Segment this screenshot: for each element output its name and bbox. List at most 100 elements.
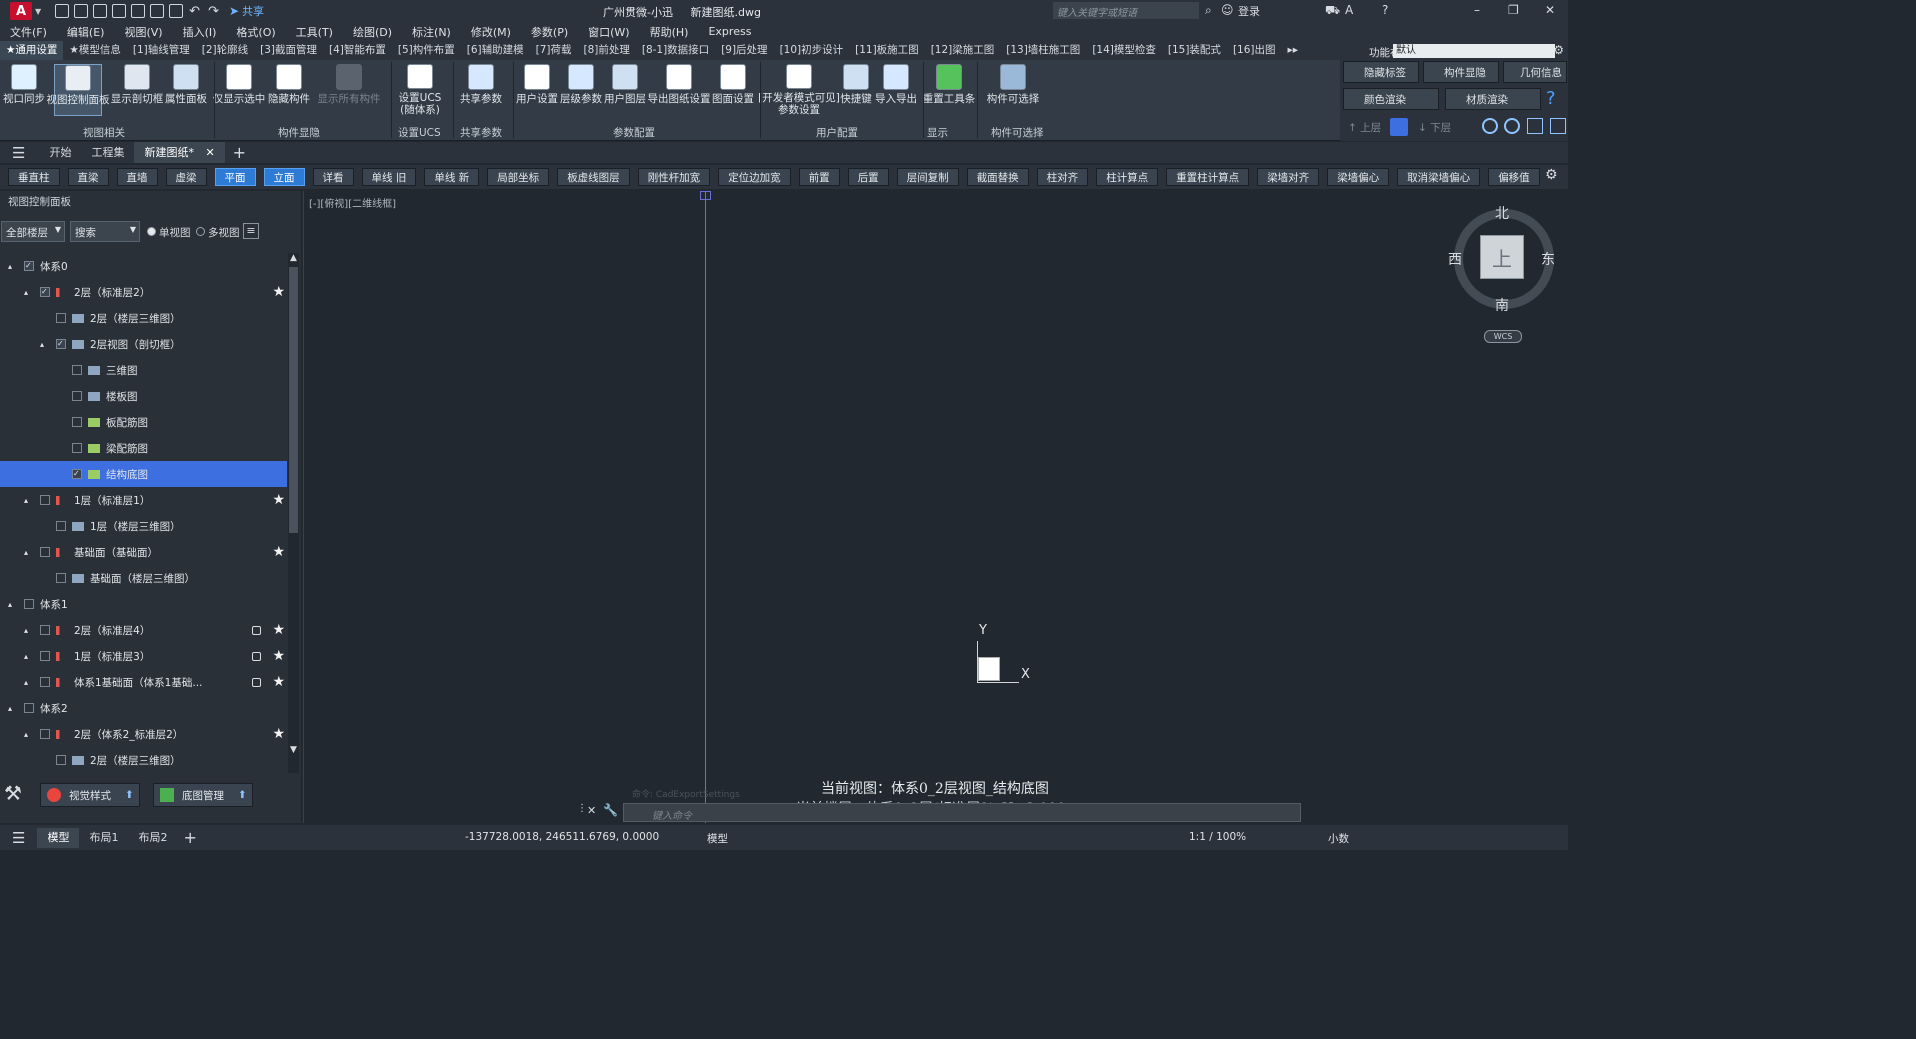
zoom-extents-icon[interactable] bbox=[1504, 118, 1520, 134]
lock-icon[interactable] bbox=[252, 678, 261, 687]
upper-floor-button[interactable]: ↑ 上层 bbox=[1348, 120, 1381, 135]
tree-node[interactable]: ▴ ✓ 体系0 bbox=[0, 253, 287, 279]
undo-icon[interactable]: ↶ bbox=[189, 4, 200, 19]
tree-node[interactable]: ▴ 2层（标准层4） ★ bbox=[0, 617, 287, 643]
ribbon-tab[interactable]: [12]梁施工图 bbox=[925, 41, 1001, 60]
ribbon-tab[interactable]: [9]后处理 bbox=[715, 41, 773, 60]
ribbon-button[interactable]: 隐藏构件 bbox=[265, 64, 313, 116]
cmd-close-icon[interactable]: ✕ bbox=[587, 804, 596, 817]
settings-icon[interactable] bbox=[1390, 118, 1408, 136]
tree-checkbox[interactable] bbox=[72, 443, 82, 453]
tab-layout1[interactable]: 布局1 bbox=[79, 828, 128, 848]
star-icon[interactable]: ★ bbox=[272, 544, 285, 560]
scroll-thumb[interactable] bbox=[289, 267, 298, 533]
save-icon[interactable] bbox=[93, 4, 108, 18]
ribbon-button[interactable]: 图面设置 bbox=[709, 64, 757, 116]
expand-toggle-icon[interactable]: ▴ bbox=[40, 340, 50, 349]
open-file-icon[interactable] bbox=[74, 4, 89, 18]
model-space-toggle[interactable]: 模型 bbox=[707, 831, 728, 846]
expand-toggle-icon[interactable]: ▴ bbox=[8, 262, 18, 271]
command-button[interactable]: 重置柱计算点 bbox=[1166, 168, 1250, 186]
menu-item[interactable]: 窗口(W) bbox=[588, 24, 629, 40]
ribbon-button[interactable]: 显示所有构件 bbox=[318, 64, 381, 116]
lower-floor-button[interactable]: ↓ 下层 bbox=[1418, 120, 1451, 135]
star-icon[interactable]: ★ bbox=[272, 726, 285, 742]
menu-item[interactable]: Express bbox=[708, 25, 751, 38]
new-file-icon[interactable] bbox=[55, 4, 70, 18]
tree-node[interactable]: 板配筋图 bbox=[0, 409, 287, 435]
tree-node[interactable]: ▴ 1层（标准层1） ★ bbox=[0, 487, 287, 513]
ribbon-button[interactable]: [开发者模式可见] 参数设置 bbox=[758, 64, 840, 116]
tree-node[interactable]: ▴ 基础面（基础面） ★ bbox=[0, 539, 287, 565]
star-icon[interactable]: ★ bbox=[272, 674, 285, 690]
ribbon-tab[interactable]: [10]初步设计 bbox=[774, 41, 850, 60]
tree-checkbox[interactable] bbox=[40, 547, 50, 557]
ribbon-button[interactable]: 导入导出 bbox=[872, 64, 920, 116]
tab-project-set[interactable]: 工程集 bbox=[81, 142, 134, 163]
command-button[interactable]: 直梁 bbox=[67, 168, 109, 186]
tree-checkbox[interactable] bbox=[40, 625, 50, 635]
geometry-info-button[interactable]: 几何信息 bbox=[1503, 61, 1567, 83]
command-button[interactable]: 板虚线图层 bbox=[557, 168, 630, 186]
tree-node[interactable]: 梁配筋图 bbox=[0, 435, 287, 461]
zoom-icon[interactable] bbox=[1482, 118, 1498, 134]
command-button[interactable]: 单线 旧 bbox=[361, 168, 417, 186]
expand-toggle-icon[interactable]: ▴ bbox=[24, 548, 34, 557]
layout-icon[interactable] bbox=[1527, 118, 1543, 134]
help-icon[interactable]: ? bbox=[1382, 3, 1388, 17]
annotation-scale[interactable]: 1:1 / 100% bbox=[1189, 831, 1246, 843]
tree-checkbox[interactable] bbox=[56, 573, 66, 583]
tab-start[interactable]: 开始 bbox=[39, 142, 81, 163]
compass-south[interactable]: 南 bbox=[1495, 295, 1509, 315]
expand-toggle-icon[interactable]: ▴ bbox=[24, 288, 34, 297]
tree-node[interactable]: ▴ 体系2 bbox=[0, 695, 287, 721]
ribbon-tab[interactable]: ★通用设置 bbox=[0, 41, 64, 60]
wcs-menu[interactable]: WCS bbox=[1484, 330, 1522, 343]
save-as-icon[interactable] bbox=[112, 4, 127, 18]
cart-icon[interactable]: ⛟ bbox=[1325, 3, 1340, 19]
tree-node[interactable]: ▴ 体系1基础面（体系1基础... ★ bbox=[0, 669, 287, 695]
tree-node[interactable]: 三维图 bbox=[0, 357, 287, 383]
tree-node[interactable]: ▴ 1层（标准层3） ★ bbox=[0, 643, 287, 669]
publish-icon[interactable] bbox=[150, 4, 165, 18]
cmd-grip-icon[interactable]: ⋮ bbox=[577, 803, 587, 814]
command-button[interactable]: 单线 新 bbox=[424, 168, 480, 186]
menu-item[interactable]: 视图(V) bbox=[124, 24, 162, 40]
ribbon-tab[interactable]: [3]截面管理 bbox=[254, 41, 323, 60]
menu-item[interactable]: 修改(M) bbox=[471, 24, 511, 40]
cursor-coordinates[interactable]: -137728.0018, 246511.6769, 0.0000 bbox=[465, 831, 659, 843]
command-button[interactable]: 虚梁 bbox=[165, 168, 207, 186]
status-menu-icon[interactable]: ☰ bbox=[12, 829, 25, 847]
lock-icon[interactable] bbox=[252, 652, 261, 661]
units-select[interactable]: 小数 bbox=[1328, 831, 1349, 846]
command-button[interactable]: 刚性杆加宽 bbox=[637, 168, 711, 186]
tree-checkbox[interactable]: ✓ bbox=[24, 261, 34, 271]
expand-toggle-icon[interactable]: ▴ bbox=[24, 496, 34, 505]
section-grip[interactable] bbox=[700, 191, 711, 200]
floor-select[interactable]: 全部楼层 ▼ bbox=[1, 221, 65, 242]
search-icon[interactable]: ⌕ bbox=[1205, 3, 1212, 18]
tree-node[interactable]: ▴ ✓ 2层视图（剖切框） bbox=[0, 331, 287, 357]
compass-east[interactable]: 东 bbox=[1541, 249, 1555, 269]
command-button[interactable]: 取消梁墙偏心 bbox=[1397, 168, 1481, 186]
expand-toggle-icon[interactable]: ▴ bbox=[24, 626, 34, 635]
ribbon-button[interactable]: 用户设置 bbox=[513, 64, 561, 116]
maximize-icon[interactable]: ❐ bbox=[1508, 3, 1519, 17]
app-logo[interactable]: A bbox=[10, 2, 32, 20]
expand-toggle-icon[interactable]: ▴ bbox=[8, 600, 18, 609]
tab-layout2[interactable]: 布局2 bbox=[128, 828, 177, 848]
tree-scrollbar[interactable]: ▲ ▼ bbox=[288, 253, 299, 773]
compass-west[interactable]: 西 bbox=[1448, 249, 1462, 269]
ribbon-button[interactable]: 属性面板 bbox=[162, 64, 210, 116]
ribbon-button[interactable]: 重置工具条 bbox=[923, 64, 975, 116]
tree-node[interactable]: 基础面（楼层三维图） bbox=[0, 565, 287, 591]
drawing-canvas[interactable]: [-][俯视][二维线框] 北 南 东 西 上 WCS Y X 当前视图：体系0… bbox=[303, 191, 1568, 823]
tree-checkbox[interactable] bbox=[72, 391, 82, 401]
account-icon[interactable]: A bbox=[1345, 3, 1353, 17]
tree-node[interactable]: ▴ ✓ 2层（标准层2） ★ bbox=[0, 279, 287, 305]
command-button[interactable]: 梁墙对齐 bbox=[1257, 168, 1320, 186]
view-cube-top[interactable]: 上 bbox=[1480, 235, 1524, 279]
ribbon-tab[interactable]: [15]装配式 bbox=[1162, 41, 1227, 60]
command-button[interactable]: 后置 bbox=[847, 168, 889, 186]
ribbon-button[interactable]: 共享参数 bbox=[457, 64, 505, 116]
